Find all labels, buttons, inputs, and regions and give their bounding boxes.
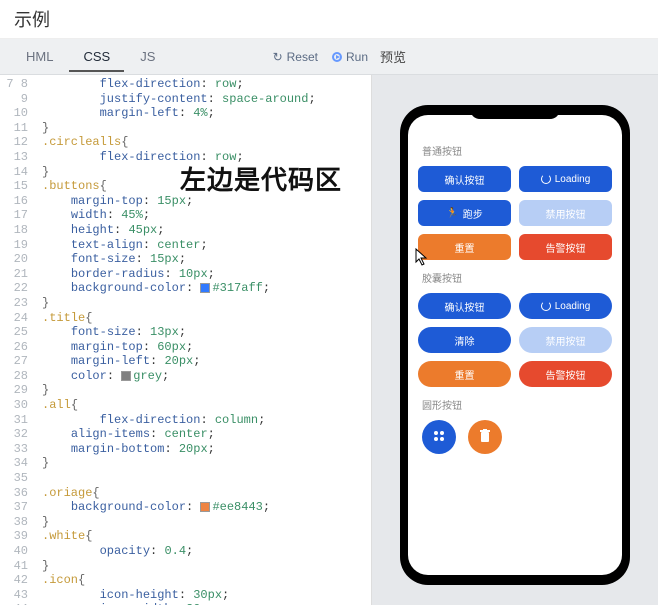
button-label: 重置: [455, 367, 475, 382]
preview-button[interactable]: 清除: [418, 327, 511, 353]
preview-button[interactable]: 告警按钮: [519, 361, 612, 387]
button-label: Loading: [555, 301, 591, 312]
preview-button[interactable]: 告警按钮: [519, 234, 612, 260]
phone-notch: [470, 105, 560, 119]
page-title: 示例: [0, 0, 658, 39]
trash-icon: [479, 429, 491, 446]
reset-button[interactable]: ↻ Reset: [273, 50, 318, 64]
reset-label: Reset: [287, 50, 318, 64]
button-label: Loading: [555, 174, 591, 185]
button-label: 禁用按钮: [546, 206, 586, 221]
button-label: 告警按钮: [546, 240, 586, 255]
tab-css[interactable]: CSS: [69, 41, 124, 72]
preview-pane: 普通按钮确认按钮Loading🏃跑步禁用按钮重置告警按钮胶囊按钮确认按钮Load…: [372, 75, 658, 605]
round-button[interactable]: [422, 420, 456, 454]
tabs: HMLCSSJS: [0, 41, 169, 72]
button-label: 重置: [455, 240, 475, 255]
preview-button[interactable]: 禁用按钮: [519, 327, 612, 353]
tab-js[interactable]: JS: [126, 41, 169, 72]
grid-icon: [432, 429, 446, 446]
button-label: 确认按钮: [445, 299, 485, 314]
round-button[interactable]: [468, 420, 502, 454]
section-title: 圆形按钮: [422, 397, 612, 412]
code-editor[interactable]: 7 8 9 10 11 12 13 14 15 16 17 18 19 20 2…: [0, 75, 372, 605]
toolbar: HMLCSSJS ↻ Reset Run 预览: [0, 39, 658, 75]
play-icon: [332, 52, 342, 62]
refresh-icon: ↻: [273, 50, 283, 64]
preview-button[interactable]: 确认按钮: [418, 293, 511, 319]
section-title: 普通按钮: [422, 143, 612, 158]
button-label: 跑步: [463, 206, 483, 221]
code-content: flex-direction: row; justify-content: sp…: [42, 77, 316, 605]
tab-hml[interactable]: HML: [12, 41, 67, 72]
section-title: 胶囊按钮: [422, 270, 612, 285]
preview-button[interactable]: 重置: [418, 361, 511, 387]
loading-spinner-icon: [541, 174, 551, 184]
preview-button[interactable]: 🏃 跑步: [418, 200, 511, 226]
phone-frame: 普通按钮确认按钮Loading🏃跑步禁用按钮重置告警按钮胶囊按钮确认按钮Load…: [400, 105, 630, 585]
preview-button[interactable]: Loading: [519, 166, 612, 192]
preview-tab-label: 预览: [380, 47, 406, 66]
run-button[interactable]: Run: [332, 50, 368, 64]
annotation-overlay: 左边是代码区: [180, 160, 342, 197]
button-label: 告警按钮: [546, 367, 586, 382]
preview-button[interactable]: 重置: [418, 234, 511, 260]
run-label: Run: [346, 50, 368, 64]
loading-spinner-icon: [541, 301, 551, 311]
button-label: 清除: [455, 333, 475, 348]
preview-button[interactable]: Loading: [519, 293, 612, 319]
preview-button[interactable]: 确认按钮: [418, 166, 511, 192]
preview-button[interactable]: 禁用按钮: [519, 200, 612, 226]
phone-screen[interactable]: 普通按钮确认按钮Loading🏃跑步禁用按钮重置告警按钮胶囊按钮确认按钮Load…: [408, 115, 622, 575]
button-label: 确认按钮: [445, 172, 485, 187]
button-label: 禁用按钮: [546, 333, 586, 348]
runner-icon: 🏃: [446, 208, 458, 219]
line-numbers: 7 8 9 10 11 12 13 14 15 16 17 18 19 20 2…: [0, 75, 38, 605]
